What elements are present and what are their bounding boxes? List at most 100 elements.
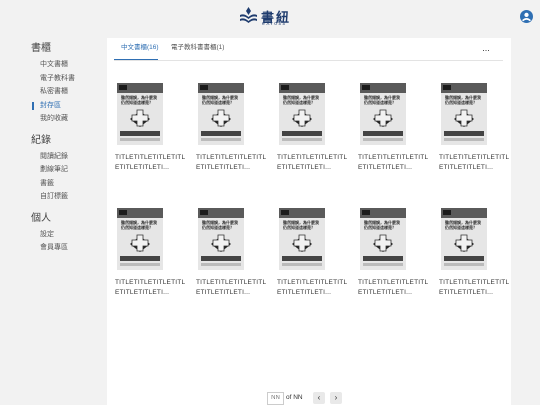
cover-band <box>120 256 160 261</box>
cover-title: 雖然錯誤，為什麼我仍然知道這樣是？ <box>445 95 481 105</box>
book-title[interactable]: TITLETITLETITLETITLETITLETITLETI... <box>196 153 268 173</box>
more-options-button[interactable]: ... <box>479 44 493 55</box>
sidebar-item[interactable]: 會員專區 <box>26 241 106 255</box>
cover-footer <box>120 263 160 266</box>
cover-band <box>120 131 160 136</box>
book-cover[interactable]: 雖然錯誤，為什麼我仍然知道這樣是？ <box>441 83 487 145</box>
sidebar-section-title: 個人 <box>31 212 51 224</box>
cover-title: 雖然錯誤，為什麼我仍然知道這樣是？ <box>364 220 400 230</box>
cover-band <box>363 131 403 136</box>
book-cover[interactable]: 雖然錯誤，為什麼我仍然知道這樣是？ <box>198 208 244 270</box>
cover-footer <box>282 263 322 266</box>
cover-cross-icon <box>130 109 150 127</box>
cover-cross-icon <box>292 109 312 127</box>
cover-band <box>201 131 241 136</box>
cover-footer <box>201 138 241 141</box>
main-panel: 中文書櫃(16) 電子教科書書櫃(1) ... 雖然錯誤，為什麼我仍然知道這樣是… <box>107 38 511 405</box>
cover-title: 雖然錯誤，為什麼我仍然知道這樣是？ <box>445 220 481 230</box>
cover-label <box>362 210 370 215</box>
logo-subtitle: eXross <box>262 21 287 27</box>
book-cover[interactable]: 雖然錯誤，為什麼我仍然知道這樣是？ <box>360 208 406 270</box>
cover-title: 雖然錯誤，為什麼我仍然知道這樣是？ <box>283 220 319 230</box>
sidebar-item[interactable]: 書籤 <box>26 177 106 191</box>
cover-title: 雖然錯誤，為什麼我仍然知道這樣是？ <box>121 220 157 230</box>
tab-chinese-shelf[interactable]: 中文書櫃(16) <box>121 43 159 56</box>
tab-textbook-shelf[interactable]: 電子教科書書櫃(1) <box>171 43 224 56</box>
book-cover[interactable]: 雖然錯誤，為什麼我仍然知道這樣是？ <box>441 208 487 270</box>
sidebar-item[interactable]: 私密書櫃 <box>26 85 106 99</box>
book-title[interactable]: TITLETITLETITLETITLETITLETITLETI... <box>439 278 511 298</box>
book-title[interactable]: TITLETITLETITLETITLETITLETITLETI... <box>115 278 187 298</box>
cover-title: 雖然錯誤，為什麼我仍然知道這樣是？ <box>202 95 238 105</box>
book-title[interactable]: TITLETITLETITLETITLETITLETITLETI... <box>115 153 187 173</box>
cover-label <box>200 85 208 90</box>
cover-band <box>282 256 322 261</box>
cover-band <box>444 256 484 261</box>
sidebar-item[interactable]: 我的收藏 <box>26 112 106 126</box>
logo[interactable]: 書紐 eXross <box>239 5 299 29</box>
cover-title: 雖然錯誤，為什麼我仍然知道這樣是？ <box>364 95 400 105</box>
book-cover[interactable]: 雖然錯誤，為什麼我仍然知道這樣是？ <box>279 208 325 270</box>
next-page-button[interactable]: › <box>330 392 342 404</box>
sidebar-section-title: 書櫃 <box>31 43 51 54</box>
book-title[interactable]: TITLETITLETITLETITLETITLETITLETI... <box>439 153 511 173</box>
cover-label <box>362 85 370 90</box>
cover-band <box>201 256 241 261</box>
cover-label <box>281 85 289 90</box>
book-logo-icon <box>240 7 257 23</box>
cover-cross-icon <box>292 234 312 252</box>
sidebar-item[interactable]: 封存區 <box>26 99 106 113</box>
book-title[interactable]: TITLETITLETITLETITLETITLETITLETI... <box>196 278 268 298</box>
cover-title: 雖然錯誤，為什麼我仍然知道這樣是？ <box>121 95 157 105</box>
book-title[interactable]: TITLETITLETITLETITLETITLETITLETI... <box>277 278 349 298</box>
prev-page-button[interactable]: ‹ <box>313 392 325 404</box>
cover-cross-icon <box>130 234 150 252</box>
cover-label <box>200 210 208 215</box>
page-number-input[interactable] <box>267 392 284 405</box>
cover-title: 雖然錯誤，為什麼我仍然知道這樣是？ <box>202 220 238 230</box>
sidebar-item[interactable]: 電子教科書 <box>26 72 106 86</box>
book-title[interactable]: TITLETITLETITLETITLETITLETITLETI... <box>358 153 430 173</box>
cover-label <box>443 85 451 90</box>
cover-cross-icon <box>454 109 474 127</box>
sidebar-item[interactable]: 中文書櫃 <box>26 58 106 72</box>
sidebar-section-title: 紀錄 <box>31 134 51 146</box>
book-cover[interactable]: 雖然錯誤，為什麼我仍然知道這樣是？ <box>279 83 325 145</box>
book-cover[interactable]: 雖然錯誤，為什麼我仍然知道這樣是？ <box>117 83 163 145</box>
book-cover[interactable]: 雖然錯誤，為什麼我仍然知道這樣是？ <box>117 208 163 270</box>
book-cover[interactable]: 雖然錯誤，為什麼我仍然知道這樣是？ <box>198 83 244 145</box>
tab-divider <box>114 60 503 61</box>
cover-band <box>282 131 322 136</box>
book-cover[interactable]: 雖然錯誤，為什麼我仍然知道這樣是？ <box>360 83 406 145</box>
cover-band <box>444 131 484 136</box>
cover-label <box>443 210 451 215</box>
sidebar-item[interactable]: 自訂標籤 <box>26 190 106 204</box>
cover-footer <box>201 263 241 266</box>
sidebar-item[interactable]: 設定 <box>26 228 106 242</box>
sidebar: 書櫃中文書櫃 電子教科書 私密書櫃 封存區 我的收藏紀錄閱讀紀錄 劃線筆記 書籤 自訂標籤個人… <box>26 42 106 255</box>
cover-label <box>281 210 289 215</box>
page-total-label: of NN <box>286 394 303 401</box>
cover-band <box>363 256 403 261</box>
active-tab-indicator <box>114 59 158 60</box>
cover-footer <box>120 138 160 141</box>
cover-footer <box>363 263 403 266</box>
cover-label <box>119 210 127 215</box>
book-title[interactable]: TITLETITLETITLETITLETITLETITLETI... <box>358 278 430 298</box>
cover-footer <box>363 138 403 141</box>
cover-footer <box>444 263 484 266</box>
sidebar-item[interactable]: 劃線筆記 <box>26 163 106 177</box>
top-bar: 書紐 eXross <box>0 0 540 34</box>
user-avatar-icon[interactable] <box>520 10 533 23</box>
book-title[interactable]: TITLETITLETITLETITLETITLETITLETI... <box>277 153 349 173</box>
cover-label <box>119 85 127 90</box>
cover-cross-icon <box>454 234 474 252</box>
cover-cross-icon <box>211 109 231 127</box>
cover-footer <box>282 138 322 141</box>
cover-footer <box>444 138 484 141</box>
cover-cross-icon <box>373 234 393 252</box>
sidebar-item[interactable]: 閱讀紀錄 <box>26 150 106 164</box>
cover-title: 雖然錯誤，為什麼我仍然知道這樣是？ <box>283 95 319 105</box>
